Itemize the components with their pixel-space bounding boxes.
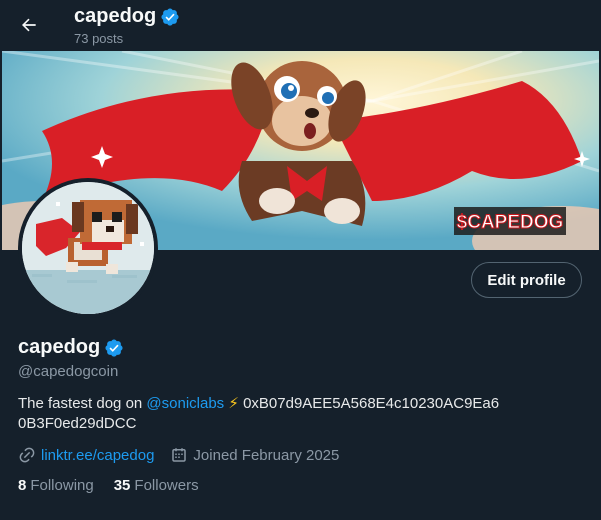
- calendar-icon: [172, 448, 187, 462]
- profile-handle: @capedogcoin: [18, 363, 119, 380]
- verified-badge-icon[interactable]: [104, 338, 124, 358]
- profile-joined: Joined February 2025: [170, 446, 339, 464]
- header-name-text: capedog: [74, 5, 157, 27]
- follow-stats: 8 Following 35 Followers: [18, 477, 199, 494]
- lightning-icon: ⚡: [228, 395, 239, 412]
- back-button[interactable]: [12, 8, 46, 42]
- profile-website: linktr.ee/capedog: [18, 446, 154, 464]
- verified-badge-icon[interactable]: [160, 7, 180, 27]
- profile-name: capedog: [18, 336, 124, 359]
- banner-badge-text: $CAPEDOG: [457, 212, 564, 233]
- edit-profile-button[interactable]: Edit profile: [471, 262, 582, 298]
- header-title: capedog: [74, 5, 180, 28]
- bio-mention-link[interactable]: @soniclabs: [146, 395, 224, 412]
- link-icon: [19, 447, 35, 463]
- post-count: 73 posts: [74, 31, 124, 46]
- joined-date: Joined February 2025: [193, 446, 340, 464]
- profile-bio: The fastest dog on @soniclabs ⚡ 0xB07d9A…: [18, 394, 578, 434]
- avatar-image: [22, 182, 154, 314]
- profile-name-text: capedog: [18, 336, 101, 358]
- profile-meta: linktr.ee/capedog Joined February 2025: [18, 445, 355, 465]
- followers-link[interactable]: 35 Followers: [114, 477, 199, 494]
- arrow-left-icon: [22, 18, 36, 32]
- following-count: 8: [18, 477, 27, 494]
- avatar-container[interactable]: [18, 178, 158, 318]
- profile-header: capedog 73 posts: [0, 0, 601, 50]
- followers-count: 35: [113, 477, 131, 494]
- website-link[interactable]: linktr.ee/capedog: [41, 447, 154, 464]
- following-label: Following: [30, 477, 94, 494]
- avatar: [22, 182, 154, 314]
- bio-text-prefix: The fastest dog on: [18, 395, 147, 412]
- following-link[interactable]: 8 Following: [18, 477, 94, 494]
- followers-label: Followers: [134, 477, 199, 494]
